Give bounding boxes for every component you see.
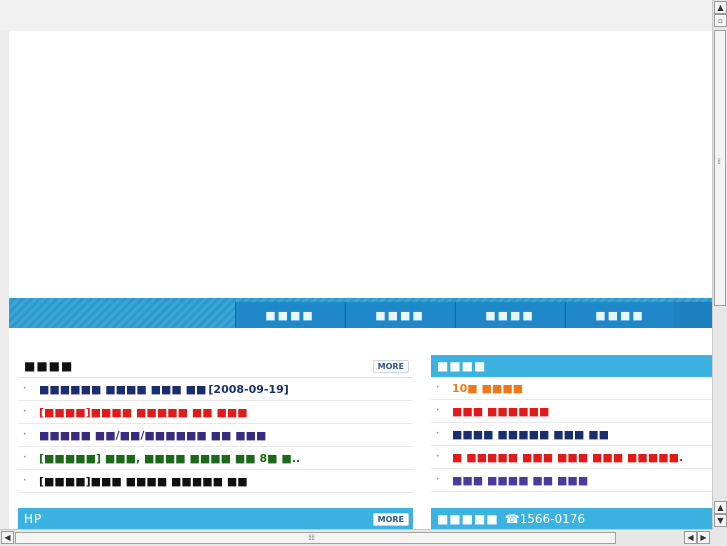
notice-panel-title: ■■■■ [24,359,74,373]
contact-phone: ☎1566-0176 [504,512,586,526]
hp-panel-header: HP MORE [18,508,413,529]
notice-item-date: [2008-09-19] [208,382,289,396]
scroll-resize-icon: ▫ [714,14,727,27]
nav-tab-label: ■■■■ [265,308,315,322]
notice-item-text: [■■■■■] ■■■, ■■■■ ■■■■ ■■ 8■ ■.. [39,451,301,465]
news-list: · 10■ ■■■■ · ■■■ ■■■■■■ · ■■■■ ■■■■■ ■■■ ■■… [431,377,712,492]
contact-panel-header: ■■■■■ ☎1566-0176 [431,508,712,529]
bullet-icon: · [23,430,27,440]
bullet-icon: · [436,383,440,393]
notice-list: · ■■■■■■ ■■■■ ■■■ ■■ [2008-09-19] · [■■■■]■… [18,378,413,493]
grip-icon: ⁞⁞ [717,157,721,166]
hp-panel-title: HP [24,512,43,526]
notice-item-text: ■■■■■■ ■■■■ ■■■ ■■ [39,382,207,396]
nav-tab-3[interactable]: ■■■■ [455,302,564,328]
news-panel-title: ■■■■ [437,359,487,373]
list-item[interactable]: · [■■■■]■■■ ■■■■ ■■■■■ ■■ [18,470,413,493]
list-item[interactable]: · 10■ ■■■■ [431,377,712,400]
notice-item-text: [■■■■]■■■ ■■■■ ■■■■■ ■■ [39,474,248,488]
bullet-icon: · [23,384,27,394]
bullet-icon: · [436,475,440,485]
scrollbar-corner [712,529,727,545]
list-item[interactable]: · ■■■■■■ ■■■■ ■■■ ■■ [2008-09-19] [18,378,413,401]
list-item[interactable]: · ■■■ ■■■■ ■■ ■■■ [431,469,712,492]
horizontal-scrollbar[interactable]: ◀ ⁞⁞⁞⁞ ◀ ▶ [0,529,712,546]
bullet-icon: · [436,406,440,416]
hp-more-button[interactable]: MORE [372,513,409,526]
vertical-scrollbar[interactable]: ▲ ▫ ⁞⁞ ▲ ▼ [712,0,727,529]
bullet-icon: · [23,476,27,486]
list-item[interactable]: · [■■■■]■■■■ ■■■■■ ■■ ■■■ [18,401,413,424]
hp-panel: HP MORE [18,508,413,529]
list-item[interactable]: · ■■■■ ■■■■■ ■■■ ■■ [431,423,712,446]
news-item-text: ■■■ ■■■■ ■■ ■■■ [452,473,589,487]
bullet-icon: · [23,453,27,463]
news-item-text: 10■ ■■■■ [452,381,524,395]
news-panel-header: ■■■■ [431,355,712,377]
nav-tab-4[interactable]: ■■■■ [565,302,674,328]
scroll-up-button-lower[interactable]: ▲ [714,501,727,514]
list-item[interactable]: · ■ ■■■■■ ■■■ ■■■ ■■■ ■■■■■. [431,446,712,469]
horizontal-scroll-thumb[interactable]: ⁞⁞⁞⁞ [15,532,616,544]
bullet-icon: · [436,429,440,439]
notice-item-text: ■■■■■ ■■/■■/■■■■■■ ■■ ■■■ [39,428,267,442]
nav-tab-1[interactable]: ■■■■ [235,302,344,328]
bullet-icon: · [23,407,27,417]
scroll-left-button[interactable]: ◀ [1,531,14,544]
grip-icon: ⁞⁞⁞⁞ [308,533,315,542]
top-strip [0,0,727,31]
contact-panel-title: ■■■■■ [437,512,499,526]
notice-item-text: [■■■■]■■■■ ■■■■■ ■■ ■■■ [39,405,248,419]
bullet-icon: · [436,452,440,462]
nav-tab-label: ■■■■ [375,308,425,322]
vertical-scroll-thumb[interactable]: ⁞⁞ [714,30,726,306]
nav-tab-2[interactable]: ■■■■ [345,302,454,328]
nav-tab-label: ■■■■ [485,308,535,322]
news-item-text: ■■■■ ■■■■■ ■■■ ■■ [452,427,609,441]
news-panel: ■■■■ · 10■ ■■■■ · ■■■ ■■■■■■ · ■■■■ ■■■■■ ■… [431,355,712,492]
main-nav: ■■■■ ■■■■ ■■■■ ■■■■ [9,298,712,328]
notice-panel: ■■■■ MORE · ■■■■■■ ■■■■ ■■■ ■■ [2008-09-19… [18,355,413,493]
scroll-up-button[interactable]: ▲ [714,1,727,14]
contact-panel: ■■■■■ ☎1566-0176 [431,508,712,529]
scroll-right-button[interactable]: ▶ [697,531,710,544]
notice-more-button[interactable]: MORE [372,360,409,373]
scroll-left-button-right[interactable]: ◀ [684,531,697,544]
list-item[interactable]: · ■■■ ■■■■■■ [431,400,712,423]
scroll-down-button[interactable]: ▼ [714,514,727,527]
notice-panel-header: ■■■■ MORE [18,355,413,378]
list-item[interactable]: · [■■■■■] ■■■, ■■■■ ■■■■ ■■ 8■ ■.. [18,447,413,470]
nav-tab-label: ■■■■ [595,308,645,322]
news-item-text: ■ ■■■■■ ■■■ ■■■ ■■■ ■■■■■. [452,450,684,464]
list-item[interactable]: · ■■■■■ ■■/■■/■■■■■■ ■■ ■■■ [18,424,413,447]
page-content: ■■■■ ■■■■ ■■■■ ■■■■ ■■■■ MORE · ■■■■■■ ■■… [9,31,712,529]
news-item-text: ■■■ ■■■■■■ [452,404,550,418]
